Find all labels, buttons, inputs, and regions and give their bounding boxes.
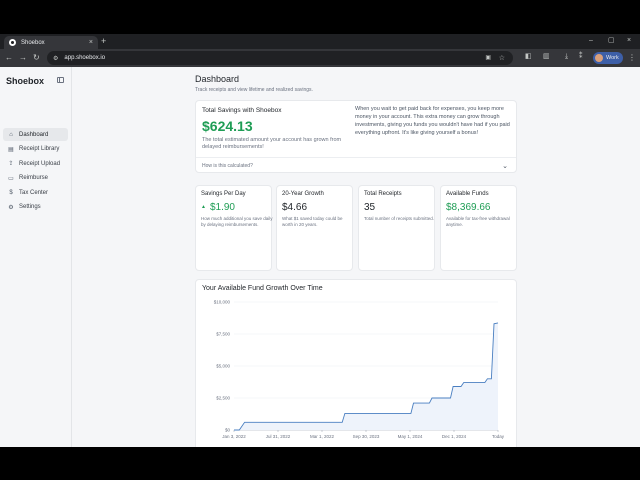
x-tick-label: Sep 30, 2023	[353, 434, 380, 439]
y-tick-label: $5,000	[216, 364, 230, 369]
address-bar[interactable]: ⚙ app.shoebox.io ▣ ☆	[47, 51, 513, 65]
accordion-label: How is this calculated?	[202, 163, 253, 169]
bookmark-star-icon[interactable]: ☆	[499, 54, 505, 62]
stat-desc: What $1 saved today could be worth in 20…	[282, 216, 343, 227]
y-tick-label: $10,000	[214, 300, 231, 305]
x-tick-label: Dec 1, 2024	[442, 434, 467, 439]
x-tick-label: Jan 3, 2022	[222, 434, 246, 439]
arrow-up-icon: ▲	[201, 204, 206, 211]
stat-value-text: 35	[364, 202, 376, 213]
shoebox-favicon-icon	[9, 39, 16, 46]
browser-window: Shoebox × + – ▢ × ← → ↻ ⚙ app.shoebox.io…	[0, 34, 640, 447]
stat-desc: How much additional you save daily by de…	[201, 216, 273, 227]
extension-icon[interactable]: ◧	[525, 53, 532, 61]
sidebar-item-tax-center[interactable]: $ Tax Center	[3, 186, 68, 199]
sidebar-item-label: Dashboard	[19, 131, 49, 138]
stat-value-text: $4.66	[282, 202, 308, 213]
sidebar-item-label: Receipt Library	[19, 146, 60, 152]
download-icon[interactable]: ⤓	[565, 53, 568, 61]
sidebar-item-label: Reimburse	[19, 175, 49, 181]
stat-desc: Available for tax-free withdrawal anytim…	[446, 216, 510, 227]
stat-value: $8,369.66	[446, 202, 491, 213]
stat-title: Savings Per Day	[201, 191, 246, 197]
stat-card-available-funds: Available Funds $8,369.66 Available for ta…	[440, 185, 517, 271]
stat-value: 35	[364, 202, 375, 213]
savings-value: $624.13	[202, 118, 253, 134]
upload-icon: ⇪	[8, 161, 14, 167]
site-info-icon[interactable]: ⚙	[53, 55, 58, 62]
savings-card: Total Savings with Shoebox $624.13 The t…	[195, 100, 517, 173]
stat-value: $4.66	[282, 202, 307, 213]
x-tick-label: May 1, 2024	[398, 434, 423, 439]
back-icon[interactable]: ←	[5, 53, 13, 62]
tab-close-icon[interactable]: ×	[89, 39, 93, 46]
sidebar-item-dashboard[interactable]: ⌂ Dashboard	[3, 128, 68, 141]
main-content: Dashboard Track receipts and view lifeti…	[72, 67, 640, 447]
home-icon: ⌂	[9, 131, 13, 138]
url-text: app.shoebox.io	[64, 55, 106, 61]
install-app-icon[interactable]: ▣	[485, 54, 491, 61]
chevron-down-icon: ⌄	[502, 163, 508, 170]
page-title: Dashboard	[195, 74, 240, 84]
reload-icon[interactable]: ↻	[33, 53, 40, 62]
y-tick-label: $0	[225, 428, 231, 433]
x-tick-label: Today	[492, 434, 505, 439]
sidebar-item-receipt-library[interactable]: ▤ Receipt Library	[3, 143, 68, 156]
tab-strip: Shoebox × + – ▢ ×	[0, 34, 640, 49]
close-window-icon[interactable]: ×	[627, 37, 631, 44]
y-tick-label: $7,500	[216, 332, 230, 337]
stat-desc: Total number of receipts submitted.	[364, 216, 435, 221]
browser-tab[interactable]: Shoebox ×	[4, 36, 98, 49]
savings-desc: The total estimated amount your account …	[202, 137, 342, 150]
brand-name: Shoebox	[6, 76, 45, 86]
browser-toolbar: ← → ↻ ⚙ app.shoebox.io ▣ ☆ ◧ ▥ ⤓ ⁑ Work …	[0, 49, 640, 67]
minimize-icon[interactable]: –	[589, 37, 593, 44]
stat-card-total-receipts: Total Receipts 35 Total number of receipts…	[358, 185, 435, 271]
new-tab-icon[interactable]: +	[101, 37, 106, 46]
fund-growth-chart-card: Your Available Fund Growth Over Time $0 $…	[195, 279, 517, 447]
menu-kebab-icon[interactable]: ⋮	[628, 53, 636, 62]
how-calculated-accordion[interactable]: How is this calculated? ⌄	[196, 158, 516, 173]
sidebar: Shoebox ⌂ Dashboard ▤ Receipt Library ⇪ Recei…	[0, 67, 72, 447]
sidebar-item-receipt-upload[interactable]: ⇪ Receipt Upload	[3, 157, 68, 170]
x-tick-label: Mar 1, 2022	[310, 434, 335, 439]
screen: Shoebox × + – ▢ × ← → ↻ ⚙ app.shoebox.io…	[0, 0, 640, 480]
maximize-icon[interactable]: ▢	[608, 37, 615, 44]
sidebar-item-label: Receipt Upload	[19, 160, 61, 167]
profile-button[interactable]: Work	[593, 52, 623, 64]
x-tick-label: Jul 31, 2022	[266, 434, 291, 439]
tab-title: Shoebox	[21, 39, 45, 46]
sidebar-collapse-icon[interactable]	[57, 77, 64, 83]
reimburse-icon: ▭	[8, 175, 14, 182]
chart-title: Your Available Fund Growth Over Time	[202, 285, 323, 292]
forward-icon[interactable]: →	[19, 53, 27, 62]
sidebar-item-label: Tax Center	[19, 189, 49, 196]
stat-value-text: $8,369.66	[446, 202, 491, 213]
sidebar-item-label: Settings	[19, 204, 41, 210]
library-icon: ▤	[8, 146, 14, 153]
stat-title: 20-Year Growth	[282, 191, 324, 197]
stat-card-savings-per-day: Savings Per Day ▲ $1.90 How much additional…	[195, 185, 273, 271]
app: Shoebox ⌂ Dashboard ▤ Receipt Library ⇪ Recei…	[0, 67, 640, 447]
stat-title: Available Funds	[446, 191, 489, 197]
savings-title: Total Savings with Shoebox	[202, 107, 282, 114]
fund-growth-chart: $0 $2,500 $5,000 $7,500 $10,000 Jan 3, 2022 Ju…	[214, 300, 505, 440]
translate-icon[interactable]: ⁑	[579, 53, 583, 61]
stat-card-20-year-growth: 20-Year Growth $4.66 What $1 saved today c…	[276, 185, 353, 271]
sidebar-item-reimburse[interactable]: ▭ Reimburse	[3, 172, 68, 185]
page-subtitle: Track receipts and view lifetime and rea…	[195, 87, 313, 93]
y-tick-label: $2,500	[216, 396, 230, 401]
side-panel-icon[interactable]: ▥	[543, 53, 550, 61]
profile-label: Work	[606, 55, 619, 61]
savings-explanation: When you wait to get paid back for expen…	[355, 106, 510, 136]
tax-icon: $	[9, 189, 13, 196]
stat-title: Total Receipts	[364, 191, 402, 197]
stat-value-text: $1.90	[209, 202, 235, 213]
gear-icon: ⚙	[8, 204, 14, 211]
avatar	[595, 54, 603, 62]
sidebar-item-settings[interactable]: ⚙ Settings	[3, 201, 68, 214]
series-area	[234, 322, 498, 430]
stat-value: ▲ $1.90	[201, 202, 235, 213]
